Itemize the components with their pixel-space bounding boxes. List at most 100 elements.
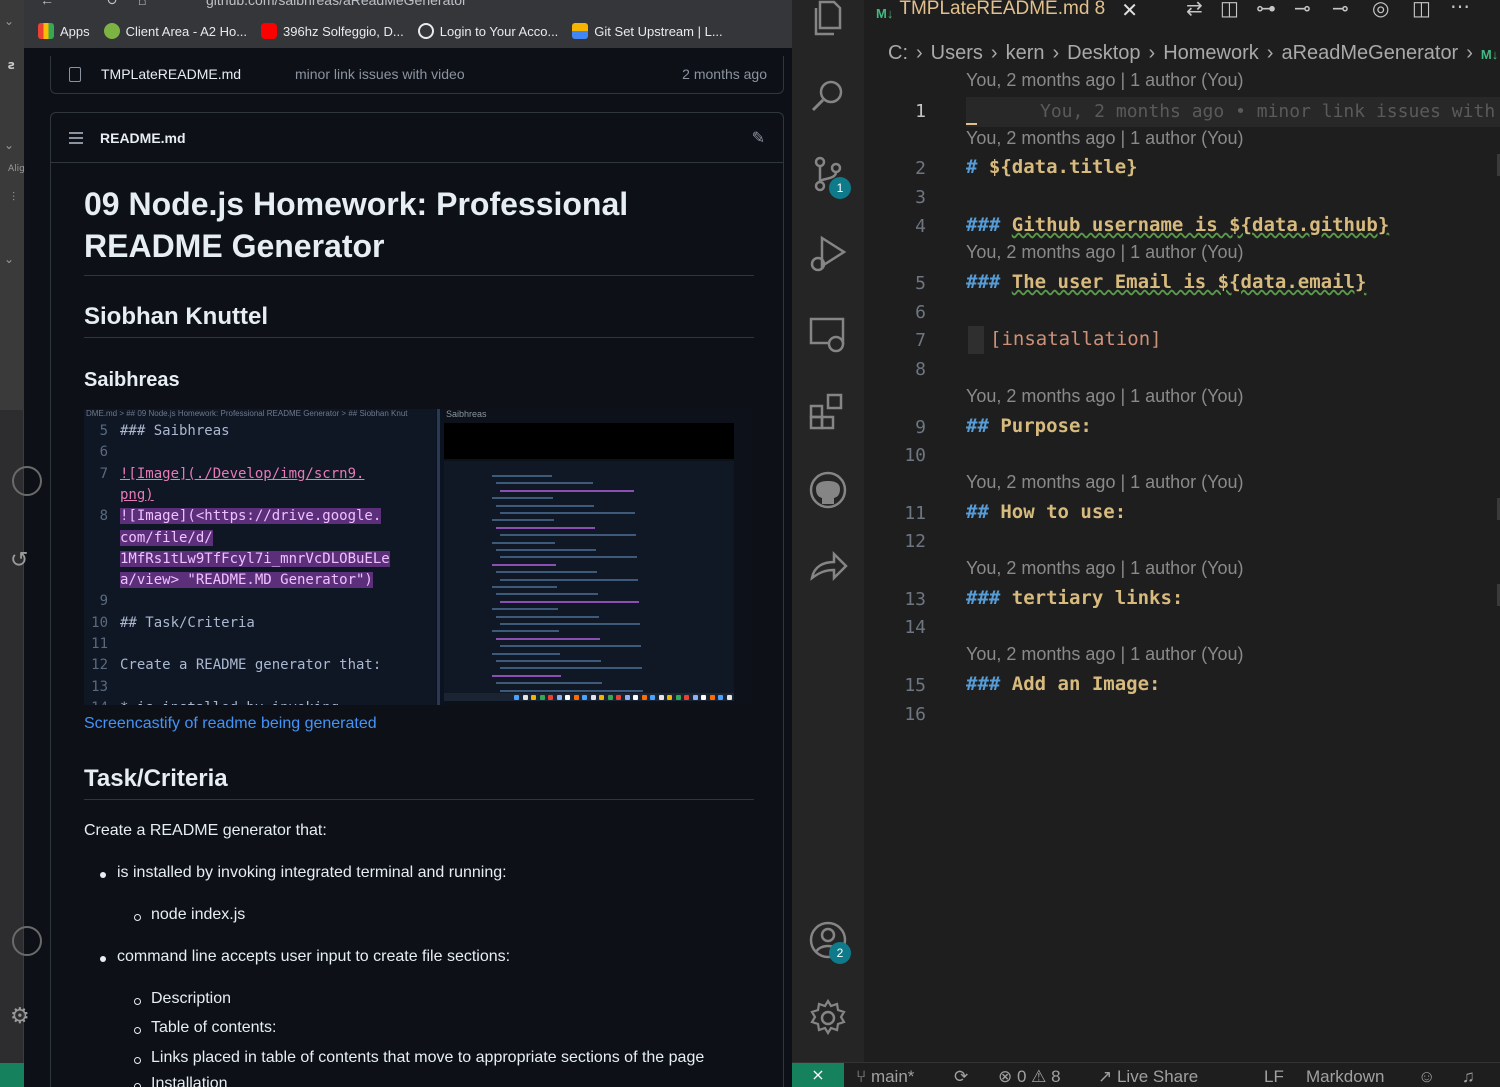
image-tiny-text-line: [496, 682, 602, 685]
code-line[interactable]: # ${data.title}: [966, 156, 1138, 178]
notifications-bell-icon[interactable]: ♫: [1462, 1067, 1475, 1087]
reload-icon[interactable]: ↻: [106, 0, 118, 9]
image-code-line: 1MfRs1tLw9TfFcyl7i_mnrVcDLOBuELe: [120, 550, 390, 567]
image-tiny-text-line: [492, 608, 558, 611]
codelens-author[interactable]: You, 2 months ago | 1 author (You): [966, 644, 1244, 665]
edit-pencil-icon[interactable]: ✎: [752, 128, 765, 148]
activity-bar: 1 2: [792, 0, 864, 1062]
task-intro: Create a README generator that:: [84, 822, 327, 839]
image-taskbar-icon: [667, 695, 672, 700]
git-lens-icon[interactable]: ◎: [1372, 0, 1389, 21]
bookmark-apps[interactable]: Apps: [38, 23, 90, 39]
breadcrumb-separator-icon: ›: [990, 42, 998, 64]
timeline-icon[interactable]: ⊶: [1256, 0, 1276, 21]
bookmark-solfeggio[interactable]: 396hz Solfeggio, D...: [261, 23, 404, 39]
bullet-item: node index.js: [133, 906, 246, 923]
image-code-line: 14* is installed by invoking: [84, 698, 339, 705]
browser-toolbar: ← ↻ ⌂ github.com/saibhreas/aReadMeGenera…: [24, 0, 792, 48]
codelens-author[interactable]: You, 2 months ago | 1 author (You): [966, 386, 1244, 407]
readme-filename: README.md: [100, 130, 186, 146]
breadcrumb-separator-icon: ›: [1466, 42, 1473, 64]
close-tab-icon[interactable]: ✕: [1121, 0, 1138, 23]
explorer-icon[interactable]: [808, 0, 848, 40]
code-line[interactable]: ### The user Email is ${data.email}: [966, 271, 1366, 293]
image-tiny-text-line: [492, 630, 559, 633]
code-line[interactable]: ## Purpose:: [966, 415, 1092, 437]
readme-title: 09 Node.js Homework: Professional README…: [84, 183, 754, 276]
tab-problem-count: 8: [1094, 0, 1106, 19]
compare-changes-icon[interactable]: ⇄: [1186, 0, 1203, 21]
circle-icon: [12, 926, 42, 956]
eol-indicator[interactable]: LF: [1264, 1067, 1284, 1087]
commit-message-link[interactable]: minor link issues with video: [295, 66, 465, 82]
code-line[interactable]: ### Github username is ${data.github}: [966, 214, 1389, 236]
breadcrumb-item[interactable]: aReadMeGenerator: [1281, 42, 1458, 65]
code-line[interactable]: ### tertiary links:: [966, 587, 1183, 609]
more-actions-icon[interactable]: ⋯: [1450, 0, 1470, 19]
line-number: 6: [915, 302, 926, 323]
codelens-author[interactable]: You, 2 months ago | 1 author (You): [966, 558, 1244, 579]
image-tiny-text-line: [500, 667, 642, 670]
code-line[interactable]: ### Add an Image:: [966, 673, 1161, 695]
extensions-icon[interactable]: [808, 392, 848, 432]
image-taskbar-icon: [582, 695, 587, 700]
feedback-icon[interactable]: ☺: [1418, 1067, 1435, 1087]
codelens-author[interactable]: You, 2 months ago | 1 author (You): [966, 70, 1244, 91]
tab-tmplatereadme[interactable]: M↓ TMPLateREADME.md 8 ✕: [864, 0, 1151, 26]
image-taskbar-icon: [675, 695, 681, 700]
search-icon[interactable]: [808, 76, 848, 116]
github-icon[interactable]: [808, 470, 848, 510]
code-line[interactable]: [insatallation]: [990, 328, 1162, 350]
image-code-line: 5 ### Saibhreas: [99, 423, 230, 439]
task-criteria-heading: Task/Criteria: [84, 765, 754, 800]
previous-change-icon[interactable]: ⊸: [1294, 0, 1311, 21]
address-bar[interactable]: ← ↻ ⌂ github.com/saibhreas/aReadMeGenera…: [24, 0, 792, 10]
bookmark-client-area[interactable]: Client Area - A2 Ho...: [103, 23, 247, 39]
background-app-strip: ⌄ ƨ ⌄ Alig ⫶ ⌄ ↺ ⚙: [0, 0, 42, 1087]
bookmark-git-upstream[interactable]: Git Set Upstream | L...: [572, 23, 723, 39]
image-taskbar-icon: [624, 695, 630, 700]
edge-label: Alig: [8, 164, 25, 174]
file-list-row[interactable]: TMPLateREADME.md minor link issues with …: [50, 56, 784, 94]
next-change-icon[interactable]: ⊸: [1332, 0, 1349, 21]
url-text[interactable]: github.com/saibhreas/aReadMeGenerator: [206, 0, 467, 8]
markdown-file-icon: M↓: [1480, 47, 1499, 62]
breadcrumb-item[interactable]: Homework: [1163, 42, 1259, 65]
codelens-author[interactable]: You, 2 months ago | 1 author (You): [966, 128, 1244, 149]
image-taskbar-icon: [548, 695, 553, 700]
outline-list-icon[interactable]: [69, 132, 83, 147]
codelens-author[interactable]: You, 2 months ago | 1 author (You): [966, 472, 1244, 493]
sync-icon[interactable]: ⟳: [954, 1067, 968, 1087]
edge-letter-icon: ƨ: [8, 58, 16, 72]
live-share-button[interactable]: ↗ Live Share: [1098, 1067, 1198, 1087]
codelens-author[interactable]: You, 2 months ago | 1 author (You): [966, 242, 1244, 263]
file-name-link[interactable]: TMPLateREADME.md: [101, 66, 241, 82]
problems-indicator[interactable]: ⊗ 0 ⚠ 8: [998, 1067, 1061, 1087]
image-breadcrumb: DME.md > ## 09 Node.js Homework: Profess…: [86, 409, 408, 418]
code-line[interactable]: ## How to use:: [966, 501, 1126, 523]
back-icon[interactable]: ←: [40, 0, 54, 8]
run-debug-icon[interactable]: [808, 234, 848, 274]
branch-indicator[interactable]: ⑂ main*: [856, 1067, 914, 1087]
image-tiny-text-line: [496, 482, 593, 485]
screencast-link[interactable]: Screencastify of readme being generated: [84, 715, 377, 733]
home-icon[interactable]: ⌂: [138, 0, 146, 8]
image-preview-pane: Saibhreas: [444, 409, 752, 705]
line-number: 13: [904, 589, 926, 610]
image-tiny-text-line: [500, 512, 635, 514]
readme-screenshot-image: DME.md > ## 09 Node.js Homework: Profess…: [84, 409, 752, 705]
split-editor-icon[interactable]: ◫: [1412, 0, 1431, 21]
open-preview-icon[interactable]: ◫: [1220, 0, 1239, 21]
live-share-icon[interactable]: [808, 548, 848, 588]
settings-gear-icon[interactable]: [808, 998, 848, 1038]
language-mode[interactable]: Markdown: [1306, 1067, 1384, 1087]
bookmark-login[interactable]: Login to Your Acco...: [417, 23, 558, 39]
breadcrumb-item[interactable]: kern: [1006, 42, 1045, 65]
vscode-window: 1 2 M↓ TMPLateREADME.md 8 ✕ ⇄ ◫ ⊶ ⊸ ⊸ ◎ …: [792, 0, 1500, 1087]
breadcrumb-item[interactable]: Desktop: [1067, 42, 1140, 65]
breadcrumb-item[interactable]: C:: [888, 42, 908, 65]
breadcrumb-item[interactable]: Users: [931, 42, 983, 65]
remote-explorer-icon[interactable]: [808, 314, 848, 354]
gear-icon: ⚙: [10, 1004, 30, 1029]
remote-icon[interactable]: ⨯: [792, 1063, 844, 1087]
